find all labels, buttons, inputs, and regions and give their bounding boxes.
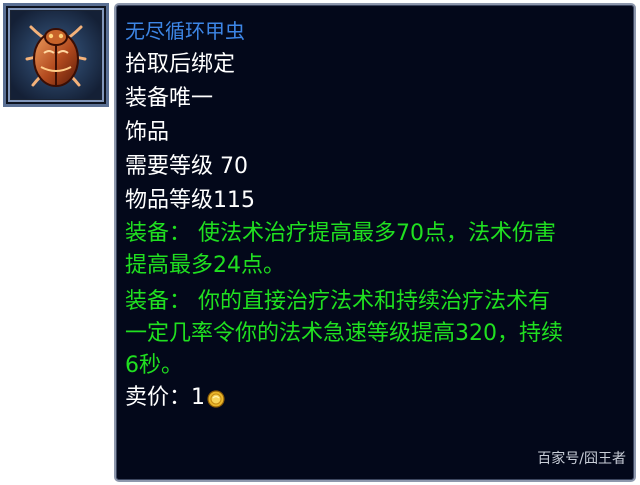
item-binding: 拾取后绑定 [125,52,236,77]
effect-1-line-1: 装备： 使法术治疗提高最多70点，法术伤害 [125,221,556,246]
item-slot: 饰品 [125,120,170,145]
item-unique: 装备唯一 [125,86,214,111]
item-tooltip: 无尽循环甲虫 拾取后绑定 装备唯一 饰品 需要等级 70 物品等级115 装备：… [114,3,636,482]
sell-price: 卖价：1 [125,382,225,414]
item-required-level: 需要等级 70 [125,154,248,179]
item-level: 物品等级115 [125,188,255,213]
effect-2-line-1: 装备： 你的直接治疗法术和持续治疗法术有 [125,289,550,314]
sell-price-label: 卖价：1 [125,385,205,410]
watermark: 百家号/囧王者 [537,451,626,467]
effect-2-line-3: 6秒。 [125,353,183,378]
gold-coin-icon [207,390,225,408]
item-name: 无尽循环甲虫 [125,19,245,43]
scarab-trinket-icon [11,11,101,99]
effect-2-line-2: 一定几率令你的法术急速等级提高320，持续 [125,321,563,346]
item-icon-frame[interactable] [3,3,109,107]
effect-1-line-2: 提高最多24点。 [125,253,285,278]
